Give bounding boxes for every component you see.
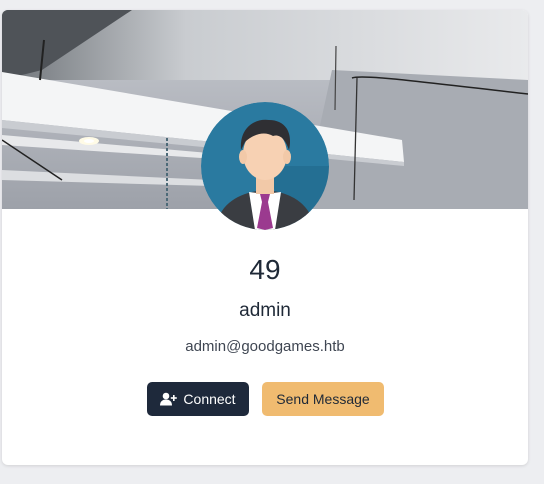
user-email: admin@goodgames.htb xyxy=(185,338,345,355)
user-avatar xyxy=(201,102,329,230)
user-plus-icon xyxy=(160,392,178,406)
connect-button-label: Connect xyxy=(183,391,236,407)
username: admin xyxy=(239,300,291,321)
profile-card: 49 admin admin@goodgames.htb Connect Sen… xyxy=(2,10,528,465)
connect-button[interactable]: Connect xyxy=(147,382,249,416)
send-message-button[interactable]: Send Message xyxy=(262,382,384,416)
user-score: 49 xyxy=(249,254,281,285)
send-message-button-label: Send Message xyxy=(276,391,370,407)
